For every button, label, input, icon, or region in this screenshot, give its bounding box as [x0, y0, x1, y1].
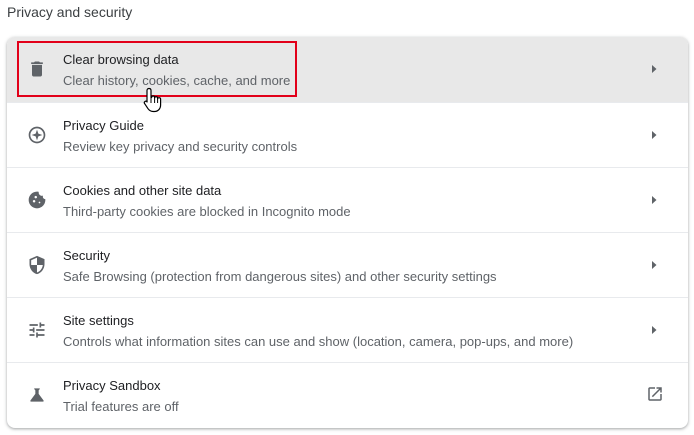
row-sublabel: Clear history, cookies, cache, and more — [63, 73, 291, 88]
flask-icon — [25, 383, 49, 407]
privacy-sandbox-row[interactable]: Privacy Sandbox Trial features are off — [7, 362, 688, 427]
row-label: Security — [63, 248, 110, 263]
row-sublabel: Safe Browsing (protection from dangerous… — [63, 269, 497, 284]
settings-page: Privacy and security Clear browsing data… — [0, 0, 694, 435]
shield-icon — [25, 253, 49, 277]
chevron-right-icon — [648, 63, 660, 75]
section-title: Privacy and security — [7, 4, 133, 20]
row-label: Clear browsing data — [63, 52, 179, 67]
cookies-row[interactable]: Cookies and other site data Third-party … — [7, 167, 688, 232]
trash-icon — [25, 57, 49, 81]
clear-browsing-data-row[interactable]: Clear browsing data Clear history, cooki… — [7, 37, 688, 102]
chevron-right-icon — [648, 259, 660, 271]
row-label: Site settings — [63, 313, 134, 328]
row-sublabel: Review key privacy and security controls — [63, 139, 298, 154]
row-sublabel: Controls what information sites can use … — [63, 334, 574, 349]
row-sublabel: Trial features are off — [63, 399, 179, 414]
site-settings-row[interactable]: Site settings Controls what information … — [7, 297, 688, 362]
sliders-icon — [25, 318, 49, 342]
privacy-security-card: Clear browsing data Clear history, cooki… — [7, 37, 688, 428]
row-sublabel: Third-party cookies are blocked in Incog… — [63, 204, 351, 219]
row-label: Privacy Guide — [63, 118, 144, 133]
chevron-right-icon — [648, 194, 660, 206]
external-link-icon[interactable] — [646, 385, 666, 405]
cookie-icon — [25, 188, 49, 212]
chevron-right-icon — [648, 129, 660, 141]
row-label: Privacy Sandbox — [63, 378, 161, 393]
security-row[interactable]: Security Safe Browsing (protection from … — [7, 232, 688, 297]
row-label: Cookies and other site data — [63, 183, 222, 198]
privacy-guide-row[interactable]: Privacy Guide Review key privacy and sec… — [7, 102, 688, 167]
chevron-right-icon — [648, 324, 660, 336]
compass-icon — [25, 123, 49, 147]
